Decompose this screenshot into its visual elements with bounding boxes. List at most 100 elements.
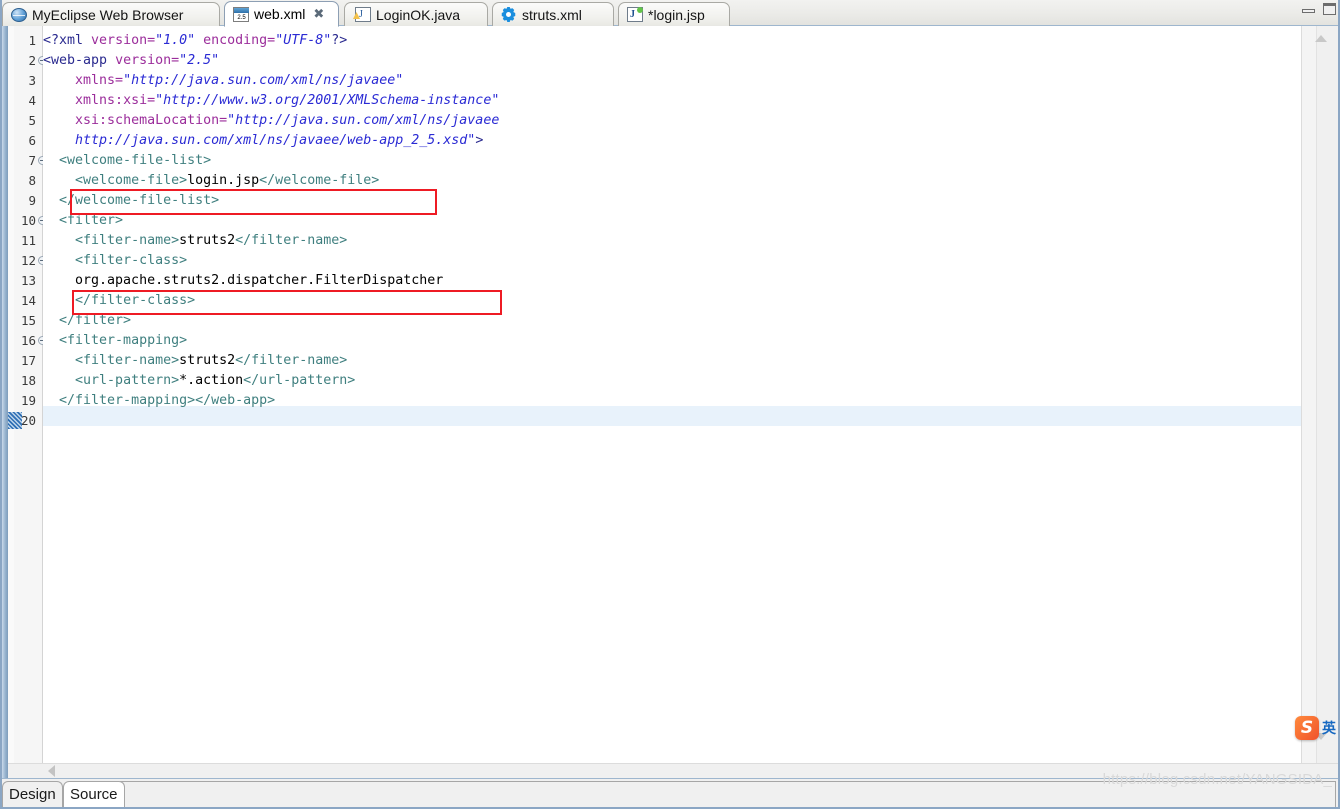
vertical-scrollbar[interactable] xyxy=(1301,26,1340,764)
tab-web-xml[interactable]: web.xml ✖ xyxy=(224,1,339,27)
code-token: <filter-class> xyxy=(75,253,188,268)
code-line: <filter-mapping> xyxy=(43,331,1302,351)
code-text-area[interactable]: <?xml version="1.0" encoding="UTF-8"?> <w… xyxy=(43,26,1302,764)
code-token: <web-app xyxy=(43,53,116,68)
line-number: 11 xyxy=(20,233,36,248)
code-token: </web-app> xyxy=(195,393,276,408)
code-line: <filter-name>struts2</filter-name> xyxy=(43,231,1302,251)
code-token: xmlns= xyxy=(75,73,124,88)
code-token: <filter-name> xyxy=(75,353,180,368)
close-icon[interactable]: ✖ xyxy=(313,8,324,21)
code-token: version= xyxy=(91,33,156,48)
scroll-up-icon[interactable] xyxy=(1315,35,1327,42)
line-number: 1 xyxy=(28,33,36,48)
code-token: </filter-name> xyxy=(235,353,348,368)
code-token: login.jsp xyxy=(187,173,260,188)
line-marker-icon xyxy=(8,412,22,429)
line-number-ruler: 1 2 3 4 5 6 7 8 9 10 11 12 13 14 15 16 17 18 19 20 xyxy=(8,31,47,431)
jsp-file-icon xyxy=(627,7,643,22)
sogou-logo-icon xyxy=(1295,716,1319,740)
tab-struts-xml[interactable]: struts.xml xyxy=(492,2,614,26)
code-lines: <?xml version="1.0" encoding="UTF-8"?> <w… xyxy=(43,31,1302,431)
editor-tab-bar: MyEclipse Web Browser web.xml ✖ LoginOK.… xyxy=(0,0,1340,27)
code-token: <?xml xyxy=(43,33,92,48)
code-token: "1.0" xyxy=(155,33,196,48)
code-token: </welcome-file-list> xyxy=(59,193,220,208)
source-editor: 1 2 3 4 5 6 7 8 9 10 11 12 13 14 15 16 17 18 19 20 <?xml ve… xyxy=(0,26,1340,778)
code-token: </filter> xyxy=(59,313,132,328)
line-number: 4 xyxy=(28,93,36,108)
code-token: </url-pattern> xyxy=(243,373,356,388)
ime-mode-label[interactable]: 英 xyxy=(1322,718,1336,738)
code-token: encoding= xyxy=(203,33,276,48)
code-token: </filter-class> xyxy=(75,293,196,308)
tab-label: *login.jsp xyxy=(648,6,705,23)
tab-label: web.xml xyxy=(254,6,306,22)
code-token: </filter-mapping> xyxy=(59,393,196,408)
code-line: </filter-class> xyxy=(43,291,1302,311)
tab-label: struts.xml xyxy=(522,6,582,23)
minimize-icon[interactable] xyxy=(1302,3,1315,15)
code-line: <filter-class> xyxy=(43,251,1302,271)
line-number: 9 xyxy=(28,193,36,208)
tab-myeclipse-web-browser[interactable]: MyEclipse Web Browser xyxy=(2,2,220,26)
scrollbar-trough[interactable] xyxy=(1316,26,1340,764)
code-token: > xyxy=(475,133,484,148)
code-token: <filter-name> xyxy=(75,233,180,248)
code-token: *.action xyxy=(179,373,244,388)
editor-left-strip xyxy=(0,26,8,778)
tab-label: LoginOK.java xyxy=(376,6,461,23)
code-line: </filter-mapping></web-app> xyxy=(43,391,1302,411)
myeclipse-editor-window: MyEclipse Web Browser web.xml ✖ LoginOK.… xyxy=(0,0,1340,809)
tab-label: MyEclipse Web Browser xyxy=(32,6,184,23)
code-token: "http://www.w3.org/2001/XMLSchema-instan… xyxy=(155,93,500,108)
tab-login-jsp[interactable]: *login.jsp xyxy=(618,2,730,26)
code-token: "http://java.sun.com/xml/ns/javaee xyxy=(227,113,500,128)
code-token: <url-pattern> xyxy=(75,373,180,388)
tab-loginok-java[interactable]: LoginOK.java xyxy=(344,2,488,26)
code-token: xmlns:xsi= xyxy=(75,93,156,108)
java-file-icon xyxy=(355,7,371,22)
code-token: http://java.sun.com/xml/ns/javaee/web-ap… xyxy=(75,133,476,148)
line-number: 12 xyxy=(8,251,47,271)
line-number: 17 xyxy=(20,353,36,368)
code-token: </welcome-file> xyxy=(259,173,380,188)
line-number: 16 xyxy=(8,331,47,351)
code-token: <welcome-file-list> xyxy=(59,153,212,168)
tab-design[interactable]: Design xyxy=(2,781,63,808)
code-token: "UTF-8" xyxy=(275,33,332,48)
code-token: org.apache.struts2.dispatcher.FilterDisp… xyxy=(43,273,444,288)
code-token: xsi:schemaLocation= xyxy=(75,113,228,128)
sogou-ime-indicator[interactable]: 英 xyxy=(1295,716,1336,740)
line-number: 14 xyxy=(20,293,36,308)
scroll-left-icon[interactable] xyxy=(48,765,55,777)
gear-icon xyxy=(501,7,517,22)
line-number: 15 xyxy=(20,313,36,328)
code-line: xsi:schemaLocation="http://java.sun.com/… xyxy=(43,111,1302,131)
code-token: "2.5" xyxy=(179,53,220,68)
line-number: 18 xyxy=(20,373,36,388)
line-number: 3 xyxy=(28,73,36,88)
code-line: <filter> xyxy=(43,211,1302,231)
code-token: </filter-name> xyxy=(235,233,348,248)
line-number: 10 xyxy=(8,211,47,231)
code-line: xmlns="http://java.sun.com/xml/ns/javaee… xyxy=(43,71,1302,91)
maximize-icon[interactable] xyxy=(1323,3,1336,15)
code-line: </filter> xyxy=(43,311,1302,331)
code-token: struts2 xyxy=(179,233,236,248)
tab-source[interactable]: Source xyxy=(63,781,125,808)
globe-icon xyxy=(11,7,27,22)
